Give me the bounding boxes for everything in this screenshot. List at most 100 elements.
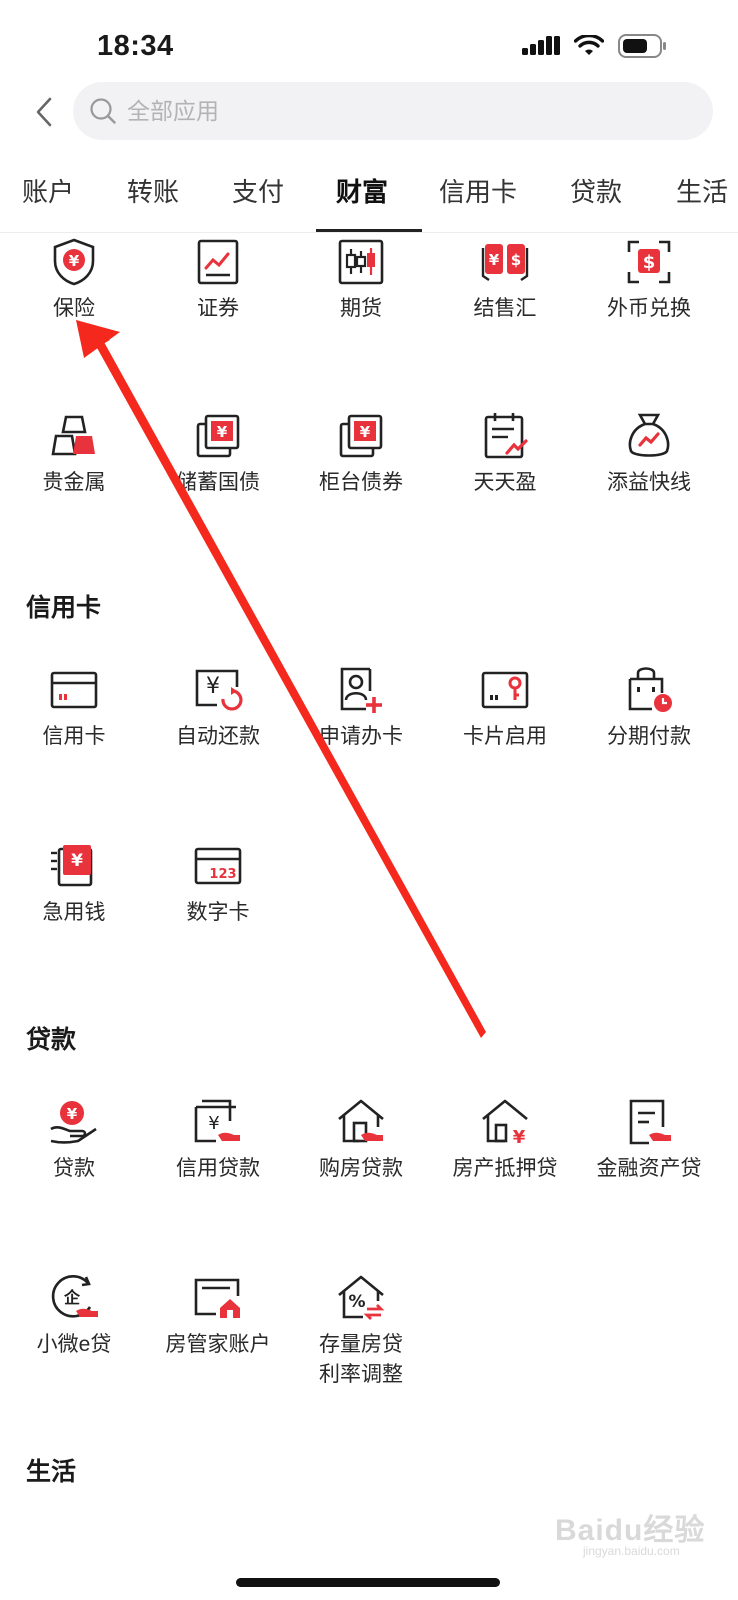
section-title-loan: 贷款 [26,1026,77,1054]
app-item-label: 储蓄国债 [176,471,260,494]
house-account-icon [192,1272,244,1324]
app-item-label: 柜台债券 [319,471,403,494]
stacked-yuan-icon: ¥ [192,410,244,462]
app-item-auto-repay[interactable]: ¥ 自动还款 [153,664,283,752]
tab-account[interactable]: 账户 [22,172,74,222]
wifi-icon [574,35,604,55]
app-item-loan[interactable]: ¥ 贷款 [9,1096,139,1184]
app-item-precious-metals[interactable]: 贵金属 [9,410,139,498]
svg-text:¥: ¥ [360,423,371,441]
app-item-property-mortgage[interactable]: ¥ 房产抵押贷 [440,1096,570,1184]
app-item-futures[interactable]: 期货 [296,236,426,324]
category-tabs: 账户 转账 支付 财富 信用卡 贷款 生活 [0,160,738,234]
house-mortgage-icon: ¥ [479,1096,531,1148]
app-item-label: 期货 [340,297,382,320]
app-item-label: 房产抵押贷 [452,1157,558,1180]
search-icon [89,97,117,125]
baidu-watermark-url: jingyan.baidu.com [583,1544,680,1558]
app-item-mortgage-rate-adjust[interactable]: % 存量房贷 利率调整 [296,1272,426,1390]
section-title-credit-card: 信用卡 [26,594,102,622]
svg-text:¥: ¥ [71,851,83,871]
app-item-financial-asset-loan[interactable]: 金融资产贷 [584,1096,714,1184]
app-item-digital-card[interactable]: 123 数字卡 [153,840,283,928]
app-item-micro-e-loan[interactable]: 企 小微e贷 [9,1272,139,1360]
tab-life[interactable]: 生活 [676,172,728,222]
enterprise-loan-icon: 企 [48,1272,100,1324]
app-item-label: 数字卡 [186,901,250,924]
app-item-home-loan[interactable]: 购房贷款 [296,1096,426,1184]
shield-yuan-icon: ¥ [48,236,100,288]
app-item-foreign-exchange[interactable]: $ 外币兑换 [584,236,714,324]
app-item-label: 急用钱 [42,901,106,924]
app-item-credit-loan[interactable]: ¥ 信用贷款 [153,1096,283,1184]
app-item-label: 信用贷款 [176,1157,260,1180]
app-item-label: 贵金属 [42,471,106,494]
search-input[interactable] [127,97,607,125]
svg-text:企: 企 [63,1288,81,1307]
svg-text:¥: ¥ [208,1113,219,1134]
app-item-installment[interactable]: 分期付款 [584,664,714,752]
app-item-tianyi-kuaixian[interactable]: 添益快线 [584,410,714,498]
svg-text:¥: ¥ [69,252,80,270]
app-item-label-line1: 存量房贷 [319,1333,403,1356]
app-item-label: 小微e贷 [36,1333,112,1356]
app-item-label: 外币兑换 [607,297,691,320]
app-item-tiantianying[interactable]: 天天盈 [440,410,570,498]
svg-text:¥: ¥ [489,251,500,269]
app-item-emergency-money[interactable]: ¥ 急用钱 [9,840,139,928]
card-key-icon [479,664,531,716]
app-item-label: 金融资产贷 [596,1157,702,1180]
app-item-label: 房管家账户 [165,1333,271,1356]
tab-credit-card[interactable]: 信用卡 [439,172,517,222]
app-item-label: 保险 [53,297,95,320]
house-percent-icon: % [335,1272,387,1324]
svg-text:¥: ¥ [513,1127,526,1147]
app-item-label: 卡片启用 [463,725,547,748]
home-indicator[interactable] [236,1578,500,1587]
tab-payment[interactable]: 支付 [232,172,284,222]
installment-bag-icon [623,664,675,716]
app-item-house-steward-account[interactable]: 房管家账户 [153,1272,283,1360]
money-bag-icon [623,410,675,462]
baidu-watermark: Baidu经验 [555,1514,706,1547]
tab-wealth[interactable]: 财富 [336,172,388,222]
digital-card-icon: 123 [192,840,244,892]
app-item-label: 分期付款 [607,725,691,748]
apply-card-icon [335,664,387,716]
app-item-label: 购房贷款 [319,1157,403,1180]
cellular-signal-icon [522,36,560,55]
app-item-label: 信用卡 [42,725,106,748]
svg-text:$: $ [643,252,656,273]
svg-text:123: 123 [209,867,236,882]
candlestick-icon [335,236,387,288]
app-item-label: 证券 [197,297,239,320]
app-item-apply-card[interactable]: 申请办卡 [296,664,426,752]
app-item-label: 自动还款 [176,725,260,748]
app-item-fx-settlement[interactable]: ¥ $ 结售汇 [440,236,570,324]
stock-chart-icon [192,236,244,288]
back-button[interactable] [26,92,62,132]
tab-loan[interactable]: 贷款 [570,172,622,222]
tab-transfer[interactable]: 转账 [127,172,179,222]
credit-card-icon [48,664,100,716]
app-item-credit-card[interactable]: 信用卡 [9,664,139,752]
app-item-label: 添益快线 [607,471,691,494]
app-item-counter-bonds[interactable]: ¥ 柜台债券 [296,410,426,498]
app-item-label-line2: 利率调整 [319,1363,403,1386]
house-loan-icon [335,1096,387,1148]
svg-text:$: $ [511,251,521,269]
document-loan-icon [623,1096,675,1148]
currency-exchange-icon: ¥ $ [479,236,531,288]
emergency-money-icon: ¥ [48,840,100,892]
hand-yuan-icon: ¥ [48,1096,100,1148]
app-item-label: 申请办卡 [319,725,403,748]
svg-text:¥: ¥ [67,1105,78,1123]
section-title-life: 生活 [26,1458,77,1486]
app-item-insurance[interactable]: ¥ 保险 [9,236,139,324]
app-item-card-activation[interactable]: 卡片启用 [440,664,570,752]
app-item-securities[interactable]: 证券 [153,236,283,324]
app-item-savings-bonds[interactable]: ¥ 储蓄国债 [153,410,283,498]
stacked-yuan-icon: ¥ [335,410,387,462]
svg-text:%: % [348,1292,365,1312]
search-bar[interactable] [73,82,713,140]
